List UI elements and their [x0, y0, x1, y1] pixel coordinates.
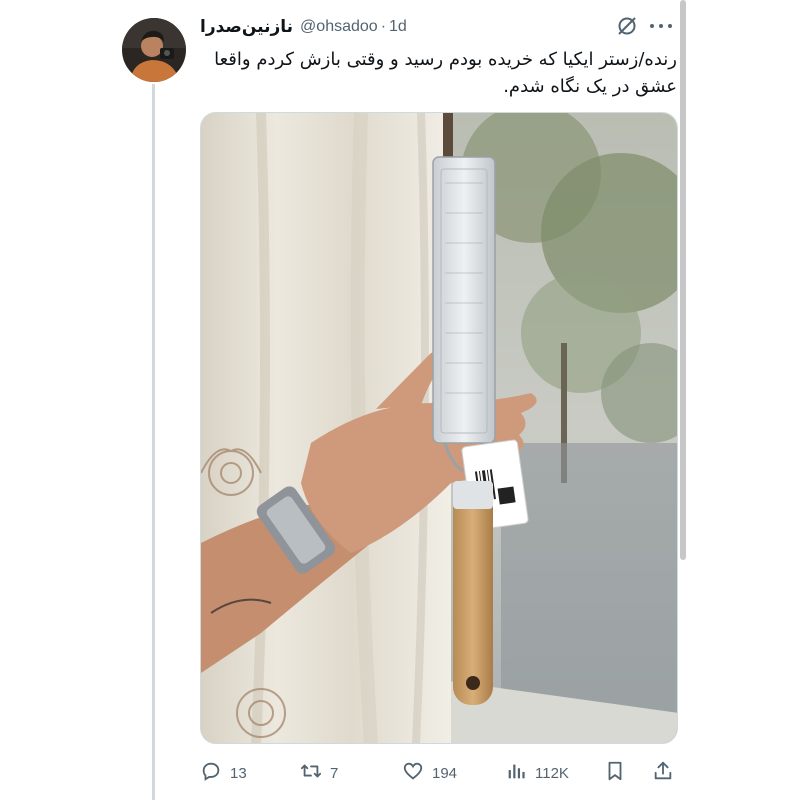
tweet-actions: 13 7 194 112K	[200, 758, 676, 788]
like-icon	[402, 760, 424, 786]
more-icon[interactable]	[650, 22, 672, 30]
grok-icon[interactable]	[615, 14, 639, 38]
separator-dot: ·	[380, 18, 387, 35]
avatar[interactable]	[122, 18, 186, 82]
retweet-button[interactable]: 7	[300, 758, 338, 788]
retweet-icon	[300, 760, 322, 786]
like-count: 194	[432, 764, 458, 782]
tweet-text: رنده/زستر ایکیا که خریده بودم رسید و وقت…	[214, 49, 677, 97]
share-button[interactable]	[652, 758, 674, 788]
tweet-header: نازنین‌صدرا @ohsadoo · 1d	[200, 14, 670, 40]
views-button[interactable]: 112K	[505, 758, 569, 788]
tweet-photo[interactable]	[200, 112, 678, 744]
scrollbar[interactable]	[680, 0, 686, 560]
tweet-time[interactable]: 1d	[389, 18, 407, 36]
retweet-count: 7	[330, 764, 339, 782]
bookmark-button[interactable]	[604, 758, 626, 788]
bookmark-icon	[604, 760, 626, 786]
thread-line	[152, 84, 155, 800]
reply-count: 13	[230, 764, 247, 782]
reply-icon	[200, 760, 222, 786]
like-button[interactable]: 194	[402, 758, 457, 788]
share-icon	[652, 760, 674, 786]
author-display-name[interactable]: نازنین‌صدرا	[200, 17, 293, 37]
views-icon	[505, 760, 527, 786]
reply-button[interactable]: 13	[200, 758, 247, 788]
views-count: 112K	[535, 764, 569, 782]
author-handle[interactable]: @ohsadoo	[300, 18, 378, 36]
